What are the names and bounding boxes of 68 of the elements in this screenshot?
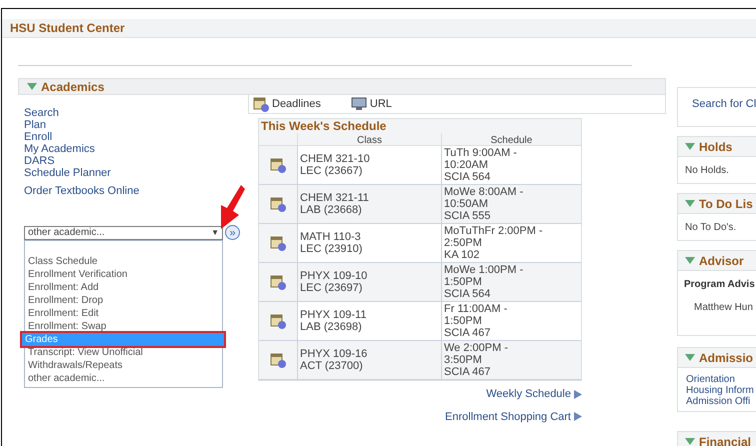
dropdown-option[interactable]: Enrollment: Drop — [25, 294, 222, 307]
panel-title: To Do Lis — [699, 196, 753, 212]
class-cell: PHYX 109-10 LEC (23697) — [297, 263, 441, 301]
dropdown-option[interactable]: Withdrawals/Repeats — [25, 359, 222, 372]
dropdown-option[interactable]: Transcript: View Unofficial — [25, 346, 222, 359]
panel-text: No Holds. — [685, 164, 729, 178]
class-cell: CHEM 321-11 LAB (23668) — [297, 185, 441, 223]
panel-title: Advisor — [699, 252, 744, 270]
collapse-icon[interactable] — [685, 256, 695, 264]
panel-title: Financial — [699, 434, 752, 446]
page-title: HSU Student Center — [10, 20, 125, 37]
panel-link[interactable]: Orientation — [686, 374, 735, 385]
monitor-icon[interactable] — [350, 97, 367, 111]
column-header: Class — [297, 133, 441, 145]
class-cell: CHEM 321-10 LEC (23667) — [297, 146, 441, 184]
schedule-cell: Fr 11:00AM - 1:50PM SCIA 467 — [441, 302, 581, 340]
schedule-cell: We 2:00PM - 3:50PM SCIA 467 — [441, 341, 581, 379]
calendar-info-icon[interactable] — [270, 235, 286, 251]
collapse-icon[interactable] — [27, 82, 37, 90]
dropdown-option[interactable]: Enrollment: Swap — [25, 320, 222, 333]
collapse-icon[interactable] — [685, 438, 695, 446]
calendar-info-icon[interactable] — [270, 352, 286, 368]
class-cell: MATH 110-3 LEC (23910) — [297, 224, 441, 262]
collapse-icon[interactable] — [685, 200, 695, 208]
panel-link[interactable]: Admission Offi — [686, 396, 750, 407]
panel-text: No To Do's. — [685, 220, 736, 234]
play-icon — [574, 390, 582, 399]
toolbar-link[interactable]: URL — [370, 96, 392, 112]
schedule-cell: MoWe 1:00PM - 1:50PM SCIA 564 — [441, 263, 581, 301]
nav-link[interactable]: Plan — [24, 119, 46, 131]
panel-title: Admissio — [699, 350, 754, 366]
nav-link[interactable]: Search — [24, 107, 59, 119]
dropdown-option[interactable]: Enrollment: Add — [25, 281, 222, 294]
column-header: Schedule — [441, 133, 581, 145]
panel-title: Holds — [699, 138, 732, 156]
dropdown-option[interactable]: Enrollment Verification — [25, 268, 222, 281]
schedule-cell: MoWe 8:00AM - 10:50AM SCIA 555 — [441, 185, 581, 223]
calendar-info-icon[interactable] — [253, 96, 269, 112]
panel-link[interactable]: Housing Inform — [686, 385, 754, 396]
go-button[interactable]: » — [225, 225, 240, 240]
class-cell: PHYX 109-11 LAB (23698) — [297, 302, 441, 340]
dropdown-option[interactable]: other academic... — [25, 372, 222, 385]
nav-link[interactable]: Enroll — [24, 131, 52, 143]
nav-link[interactable]: DARS — [24, 155, 55, 167]
footer-link[interactable]: Enrollment Shopping Cart — [445, 408, 571, 425]
dropdown-option[interactable]: Enrollment: Edit — [25, 307, 222, 320]
advisor-label: Program Advis — [684, 278, 756, 292]
advisor-name: Matthew Hun — [693, 301, 754, 315]
select-field[interactable]: other academic... ▼ — [24, 226, 223, 240]
footer-link[interactable]: Weekly Schedule — [486, 386, 571, 402]
collapse-icon[interactable] — [685, 142, 695, 150]
calendar-info-icon[interactable] — [270, 313, 286, 329]
toolbar-link[interactable]: Deadlines — [272, 96, 321, 112]
schedule-title: This Week's Schedule — [260, 119, 388, 133]
schedule-cell: MoTuThFr 2:00PM - 2:50PM KA 102 — [441, 224, 581, 262]
calendar-info-icon[interactable] — [270, 196, 286, 212]
calendar-info-icon[interactable] — [270, 274, 286, 290]
class-cell: PHYX 109-16 ACT (23700) — [297, 341, 441, 379]
textbook-link[interactable]: Order Textbooks Online — [24, 185, 140, 197]
nav-link[interactable]: Schedule Planner — [24, 167, 111, 179]
play-icon — [574, 412, 582, 422]
calendar-info-icon[interactable] — [270, 157, 286, 173]
nav-link[interactable]: My Academics — [24, 143, 95, 155]
section-title: Academics — [41, 78, 104, 96]
search-link[interactable]: Search for Cl — [692, 98, 756, 110]
collapse-icon[interactable] — [685, 354, 695, 362]
schedule-cell: TuTh 9:00AM - 10:20AM SCIA 564 — [441, 146, 581, 184]
dropdown-option[interactable]: Class Schedule — [25, 255, 222, 268]
